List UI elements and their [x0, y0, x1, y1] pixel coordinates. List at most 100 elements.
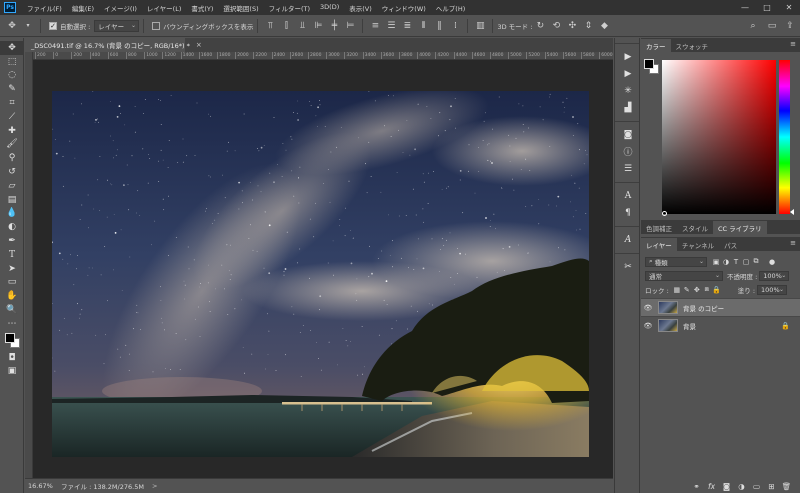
- quick-mask-icon[interactable]: ◘: [0, 351, 24, 365]
- menu-item[interactable]: ヘルプ(H): [431, 3, 470, 13]
- workspace-icon[interactable]: ▭: [766, 20, 778, 32]
- search-icon[interactable]: ⌕: [747, 20, 759, 32]
- filter-toggle-icon[interactable]: ●: [767, 258, 777, 266]
- layer-row[interactable]: 👁 背景 🔒: [641, 316, 800, 334]
- fx-icon[interactable]: fx: [704, 482, 719, 491]
- saturation-brightness-field[interactable]: [662, 60, 776, 214]
- histogram-icon[interactable]: ▟: [615, 99, 641, 116]
- paragraph-icon[interactable]: ¶: [615, 204, 641, 221]
- history-brush-tool-icon[interactable]: ↺: [0, 165, 24, 179]
- tab-adjustments[interactable]: 色調補正: [641, 221, 677, 234]
- layer-thumbnail[interactable]: [658, 319, 678, 332]
- tab-styles[interactable]: スタイル: [677, 221, 713, 234]
- info-icon[interactable]: ⓘ: [615, 143, 641, 160]
- share-icon[interactable]: ⇪: [784, 20, 796, 32]
- hue-slider-handle[interactable]: [790, 209, 794, 215]
- color-picker-marker[interactable]: [662, 211, 667, 216]
- align-hcenter-icon[interactable]: ╪: [328, 20, 340, 32]
- distribute-vcenter-icon[interactable]: ☰: [385, 20, 397, 32]
- pen-tool-icon[interactable]: ✒: [0, 234, 24, 248]
- blur-tool-icon[interactable]: 💧: [0, 207, 24, 221]
- panel-menu-icon[interactable]: ≡: [790, 239, 796, 247]
- move-tool-icon[interactable]: ✥: [0, 41, 24, 55]
- auto-align-icon[interactable]: ▥: [474, 20, 486, 32]
- tab-channels[interactable]: チャンネル: [677, 238, 719, 251]
- gradient-tool-icon[interactable]: ▤: [0, 193, 24, 207]
- menu-item[interactable]: イメージ(I): [99, 3, 142, 13]
- lock-image-icon[interactable]: ✎: [682, 286, 692, 294]
- lock-all-icon[interactable]: 🔒: [712, 286, 722, 294]
- auto-select-dropdown[interactable]: レイヤー ⌄: [94, 19, 140, 32]
- tab-swatches[interactable]: スウォッチ: [671, 39, 714, 52]
- bounding-box-checkbox[interactable]: [152, 21, 161, 30]
- lasso-tool-icon[interactable]: ◌: [0, 69, 24, 83]
- dodge-tool-icon[interactable]: ◐: [0, 220, 24, 234]
- zoom-tool-icon[interactable]: 🔍: [0, 303, 24, 317]
- tab-layers[interactable]: レイヤー: [641, 238, 677, 251]
- properties-icon[interactable]: ◙: [615, 126, 641, 143]
- adjustment-icon[interactable]: ◑: [734, 482, 749, 491]
- menu-item[interactable]: ファイル(F): [22, 3, 67, 13]
- tab-paths[interactable]: パス: [719, 238, 742, 251]
- maximize-button[interactable]: □: [756, 0, 778, 15]
- distribute-bottom-icon[interactable]: ≣: [401, 20, 413, 32]
- brush-tool-icon[interactable]: 🖌: [0, 138, 24, 152]
- distribute-left-icon[interactable]: ⦀: [417, 20, 429, 32]
- close-tab-icon[interactable]: ×: [196, 41, 202, 49]
- tab-cc-libraries[interactable]: CC ライブラリ: [713, 221, 767, 234]
- clone-stamp-tool-icon[interactable]: ⚲: [0, 151, 24, 165]
- marquee-tool-icon[interactable]: ⬚: [0, 55, 24, 69]
- eraser-tool-icon[interactable]: ▱: [0, 179, 24, 193]
- more-tools-icon[interactable]: ⋯: [0, 317, 24, 331]
- align-vcenter-icon[interactable]: ⫿: [280, 20, 292, 32]
- crop-tool-icon[interactable]: ⌗: [0, 96, 24, 110]
- menu-item[interactable]: 3D(D): [315, 3, 344, 13]
- horizontal-ruler[interactable]: 200 0 200 400 600 800 1000 1200 1400 1600 1800 2000…: [33, 52, 613, 60]
- quick-selection-tool-icon[interactable]: ✎: [0, 82, 24, 96]
- lock-position-icon[interactable]: ✥: [692, 286, 702, 294]
- healing-brush-tool-icon[interactable]: ✚: [0, 124, 24, 138]
- link-icon[interactable]: ⚭: [689, 482, 704, 491]
- lock-artboard-icon[interactable]: ⧈: [702, 285, 712, 294]
- auto-select-checkbox[interactable]: ✓: [49, 21, 57, 30]
- move-tool-preset-icon[interactable]: ✥: [6, 20, 18, 32]
- menu-item[interactable]: 編集(E): [67, 3, 99, 13]
- minimize-button[interactable]: —: [734, 0, 756, 15]
- menu-item[interactable]: 書式(Y): [186, 3, 218, 13]
- group-icon[interactable]: ▭: [749, 482, 764, 491]
- menu-item[interactable]: フィルター(T): [264, 3, 315, 13]
- close-button[interactable]: ✕: [778, 0, 800, 15]
- glyphs-icon[interactable]: A: [615, 231, 641, 248]
- foreground-color-swatch[interactable]: [5, 332, 15, 343]
- zoom-level[interactable]: 16.67%: [25, 482, 55, 490]
- trash-icon[interactable]: 🗑: [779, 482, 794, 491]
- align-top-icon[interactable]: ⫪: [264, 20, 276, 32]
- align-bottom-icon[interactable]: ⫫: [296, 20, 308, 32]
- smart-object-filter-icon[interactable]: ⧉: [751, 257, 761, 266]
- history-icon[interactable]: ▶: [615, 48, 641, 65]
- eyedropper-tool-icon[interactable]: ⟋: [0, 110, 24, 124]
- canvas-area[interactable]: [33, 60, 613, 478]
- layer-name[interactable]: 背景 のコピー: [683, 303, 800, 313]
- status-menu-arrow[interactable]: >: [152, 482, 157, 490]
- fill-input[interactable]: 100% ⌄: [757, 284, 788, 295]
- character-icon[interactable]: A: [615, 187, 641, 204]
- panel-menu-icon[interactable]: ≡: [790, 40, 796, 48]
- color-swatches[interactable]: [0, 331, 24, 351]
- adjustments-icon[interactable]: ☰: [615, 160, 641, 177]
- shape-filter-icon[interactable]: ▢: [741, 258, 751, 266]
- adjustment-filter-icon[interactable]: ◑: [721, 258, 731, 266]
- menu-item[interactable]: 選択範囲(S): [218, 3, 263, 13]
- brush-settings-icon[interactable]: ✳: [615, 82, 641, 99]
- menu-item[interactable]: 表示(V): [344, 3, 377, 13]
- color-panel-swatches[interactable]: [644, 59, 660, 75]
- menu-item[interactable]: レイヤー(L): [142, 3, 187, 13]
- distribute-top-icon[interactable]: ≡: [369, 20, 381, 32]
- path-selection-tool-icon[interactable]: ➤: [0, 262, 24, 276]
- actions-icon[interactable]: ▶: [615, 65, 641, 82]
- visibility-eye-icon[interactable]: 👁: [641, 304, 655, 312]
- align-right-icon[interactable]: ⊨: [344, 20, 356, 32]
- align-left-icon[interactable]: ⊫: [312, 20, 324, 32]
- type-tool-icon[interactable]: T: [0, 248, 24, 262]
- layer-thumbnail[interactable]: [658, 301, 678, 314]
